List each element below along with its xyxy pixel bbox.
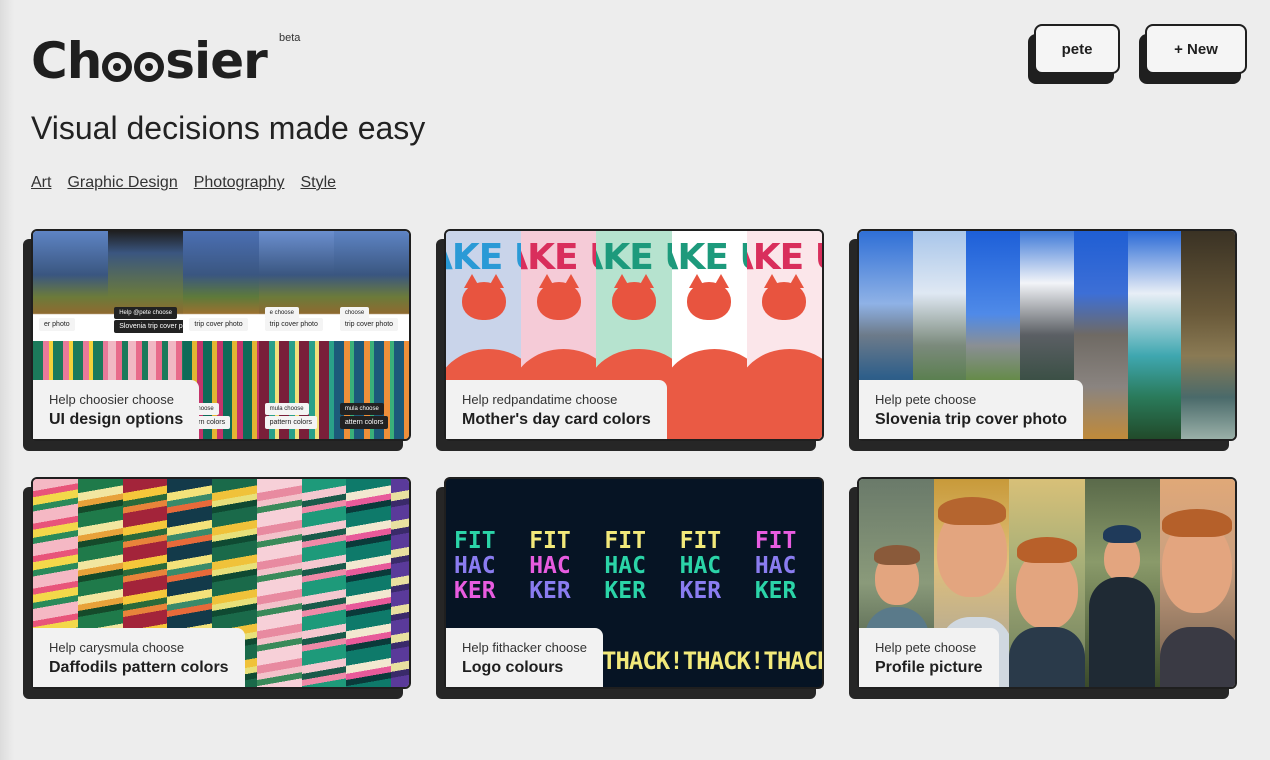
panda-variant-text: AKE U — [446, 237, 521, 278]
card-slovenia-trip-cover-photo[interactable]: Help pete choose Slovenia trip cover pho… — [849, 229, 1237, 451]
card-ui-design-options[interactable]: er photo Help @pete choose Slovenia trip … — [23, 229, 411, 451]
panda-variant-text: AKE U — [672, 237, 747, 278]
choice-grid: er photo Help @pete choose Slovenia trip … — [23, 229, 1237, 699]
card-logo-colours[interactable]: FIT HAC KER FIT HAC KER FIT HAC KER FIT HAC KER … — [436, 477, 824, 699]
logo-word: FIT — [679, 528, 722, 554]
new-button-wrap: + New — [1139, 24, 1247, 84]
logo-word: KER — [529, 578, 571, 604]
card-label: Help carysmula choose Daffodils pattern … — [33, 628, 245, 687]
logo-word: HAC — [754, 553, 797, 579]
card-subtitle: Help fithacker choose — [462, 640, 588, 655]
thumb-tag: Help @pete choose — [114, 307, 177, 319]
panda-variant: AKE U — [746, 231, 822, 439]
thumb-tag: mula choose — [339, 403, 384, 415]
card-title: UI design options — [49, 411, 184, 428]
card-subtitle: Help carysmula choose — [49, 640, 185, 655]
card-daffodils-pattern-colors[interactable]: Help carysmula choose Daffodils pattern … — [23, 477, 411, 699]
thumb-tag: trip cover photo — [189, 318, 248, 331]
category-nav: Art Graphic Design Photography Style — [31, 174, 336, 192]
logo-suffix: sier — [165, 32, 267, 90]
card-profile-picture[interactable]: Help pete choose Profile picture — [849, 477, 1237, 699]
thumb-tag: Slovenia trip cover photo — [114, 320, 184, 333]
logo-word: FIT — [754, 528, 797, 554]
choosier-logo[interactable]: Ch sier beta — [31, 30, 300, 90]
card-title: Daffodils pattern colors — [49, 659, 229, 676]
panda-variant-text: AKE U — [596, 237, 671, 278]
panda-variant-text: AKE U — [747, 237, 822, 278]
card-title: Slovenia trip cover photo — [875, 411, 1068, 428]
logo-word: HAC — [529, 553, 571, 579]
logo-word: KER — [754, 578, 797, 604]
card-subtitle: Help redpandatime choose — [462, 392, 618, 407]
page-tagline: Visual decisions made easy — [31, 110, 426, 146]
logo-word: HAC — [454, 553, 496, 579]
category-link-graphic-design[interactable]: Graphic Design — [67, 174, 177, 192]
left-edge-shade — [0, 0, 14, 760]
logo-word: FIT — [454, 528, 496, 554]
card-label: Help fithacker choose Logo colours — [446, 628, 604, 687]
card-subtitle: Help choosier choose — [49, 392, 175, 407]
logo-word: HAC — [604, 553, 646, 579]
card-label: Help pete choose Slovenia trip cover pho… — [859, 380, 1084, 439]
card-mothers-day-card-colors[interactable]: AKE U AKE U AKE U AKE U AKE U Help redpa… — [436, 229, 824, 451]
card-subtitle: Help pete choose — [875, 640, 977, 655]
thumb-tag: trip cover photo — [339, 318, 399, 331]
ui-thumb-top: er photo Help @pete choose Slovenia trip … — [33, 231, 409, 341]
logo-word: KER — [454, 578, 496, 604]
card-label: Help choosier choose UI design options — [33, 380, 200, 439]
logo-eyes-icon — [102, 52, 165, 82]
logo-word: FIT — [604, 528, 646, 554]
category-link-photography[interactable]: Photography — [194, 174, 285, 192]
thumb-tag: attern colors — [339, 416, 389, 429]
category-link-art[interactable]: Art — [31, 174, 51, 192]
logo-word: KER — [679, 578, 722, 604]
logo-word: FIT — [529, 528, 571, 554]
logo-word: HAC — [679, 553, 722, 579]
beta-badge: beta — [279, 32, 301, 44]
logo-word: KER — [604, 578, 646, 604]
new-button[interactable]: + New — [1145, 24, 1247, 74]
panda-variant-text: AKE U — [521, 237, 596, 278]
card-label: Help pete choose Profile picture — [859, 628, 999, 687]
thumb-tag: trip cover photo — [264, 318, 323, 331]
card-title: Mother's day card colors — [462, 411, 651, 428]
card-subtitle: Help pete choose — [875, 392, 977, 407]
card-label: Help redpandatime choose Mother's day ca… — [446, 380, 667, 439]
user-button[interactable]: pete — [1034, 24, 1120, 74]
logo-banner: THACK!THACK!THACK — [602, 647, 824, 675]
thumb-tag: pattern colors — [264, 416, 318, 429]
thumb-tag: er photo — [39, 318, 75, 331]
category-link-style[interactable]: Style — [300, 174, 336, 192]
user-button-wrap: pete — [1028, 24, 1120, 84]
card-title: Logo colours — [462, 659, 564, 676]
thumb-tag: mula choose — [264, 403, 309, 415]
card-title: Profile picture — [875, 659, 983, 676]
panda-variant: AKE U — [671, 231, 747, 439]
logo-prefix: Ch — [31, 32, 102, 90]
